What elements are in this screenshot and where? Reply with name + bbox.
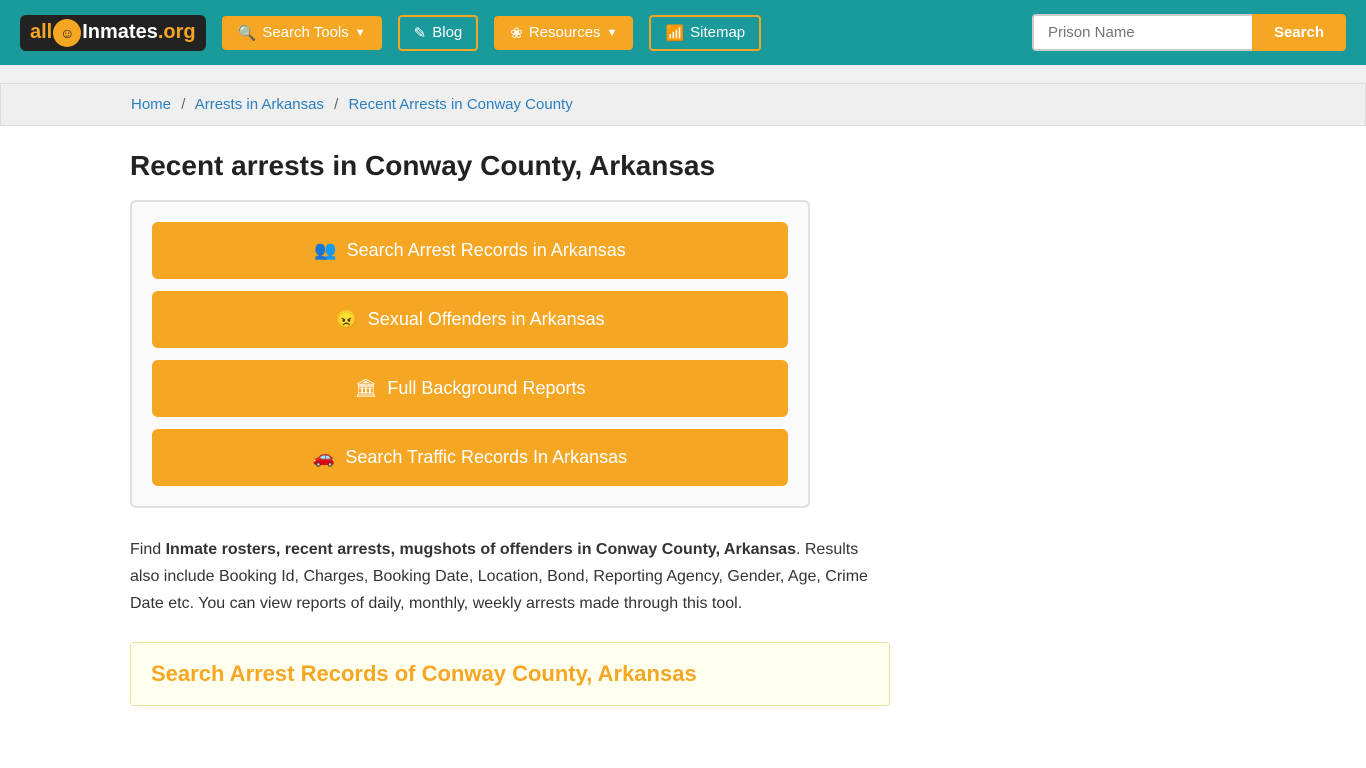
building-icon: 🏛 — [355, 378, 378, 399]
traffic-records-label: Search Traffic Records In Arkansas — [345, 447, 627, 468]
description-bold: Inmate rosters, recent arrests, mugshots… — [166, 541, 796, 558]
prison-name-input[interactable] — [1032, 14, 1252, 51]
background-reports-button[interactable]: 🏛 Full Background Reports — [152, 360, 788, 417]
logo-inmates: Inmates — [82, 21, 158, 43]
resources-button[interactable]: ❀ Resources ▼ — [494, 16, 633, 50]
chevron-down-icon-2: ▼ — [607, 27, 618, 39]
search-tools-label: Search Tools — [262, 24, 348, 41]
breadcrumb-sep-1: / — [181, 96, 185, 113]
breadcrumb-arrests[interactable]: Arrests in Arkansas — [195, 96, 324, 113]
logo-icon: ☺ — [53, 19, 81, 47]
sexual-offenders-label: Sexual Offenders in Arkansas — [368, 309, 605, 330]
search-tools-icon: 🔍 — [238, 24, 257, 42]
car-icon: 🚗 — [313, 447, 335, 468]
chevron-down-icon: ▼ — [355, 27, 366, 39]
people-icon: 👥 — [314, 240, 336, 261]
header-search-button[interactable]: Search — [1252, 14, 1346, 51]
search-arrest-records-button[interactable]: 👥 Search Arrest Records in Arkansas — [152, 222, 788, 279]
search-arrest-label: Search Arrest Records in Arkansas — [347, 240, 626, 261]
page-description: Find Inmate rosters, recent arrests, mug… — [130, 536, 890, 618]
logo-all: all — [30, 21, 52, 43]
site-logo[interactable]: all☺Inmates.org — [20, 15, 206, 51]
page-title: Recent arrests in Conway County, Arkansa… — [130, 150, 1236, 182]
sitemap-icon: 📶 — [665, 24, 684, 42]
sitemap-label: Sitemap — [690, 24, 745, 41]
description-intro: Find — [130, 541, 166, 558]
arrest-section-title: Search Arrest Records of Conway County, … — [151, 661, 869, 687]
offender-icon: 😠 — [335, 309, 357, 330]
traffic-records-button[interactable]: 🚗 Search Traffic Records In Arkansas — [152, 429, 788, 486]
resources-icon: ❀ — [510, 24, 523, 42]
sexual-offenders-button[interactable]: 😠 Sexual Offenders in Arkansas — [152, 291, 788, 348]
breadcrumb-sep-2: / — [334, 96, 338, 113]
sitemap-button[interactable]: 📶 Sitemap — [649, 15, 761, 51]
background-reports-label: Full Background Reports — [387, 378, 585, 399]
blog-button[interactable]: ✎ Blog — [398, 15, 479, 51]
search-tools-button[interactable]: 🔍 Search Tools ▼ — [222, 16, 382, 50]
breadcrumb-home[interactable]: Home — [131, 96, 171, 113]
resources-label: Resources — [529, 24, 601, 41]
search-button-label: Search — [1274, 24, 1324, 41]
site-header: all☺Inmates.org 🔍 Search Tools ▼ ✎ Blog … — [0, 0, 1366, 65]
header-search: Search — [1032, 14, 1346, 51]
blog-label: Blog — [432, 24, 462, 41]
logo-org: .org — [158, 21, 196, 43]
action-card: 👥 Search Arrest Records in Arkansas 😠 Se… — [130, 200, 810, 508]
arrest-section: Search Arrest Records of Conway County, … — [130, 642, 890, 706]
breadcrumb: Home / Arrests in Arkansas / Recent Arre… — [0, 83, 1366, 126]
sub-header-gap — [0, 65, 1366, 83]
blog-icon: ✎ — [414, 24, 427, 42]
breadcrumb-current: Recent Arrests in Conway County — [348, 96, 572, 113]
main-content: Recent arrests in Conway County, Arkansa… — [0, 126, 1366, 730]
